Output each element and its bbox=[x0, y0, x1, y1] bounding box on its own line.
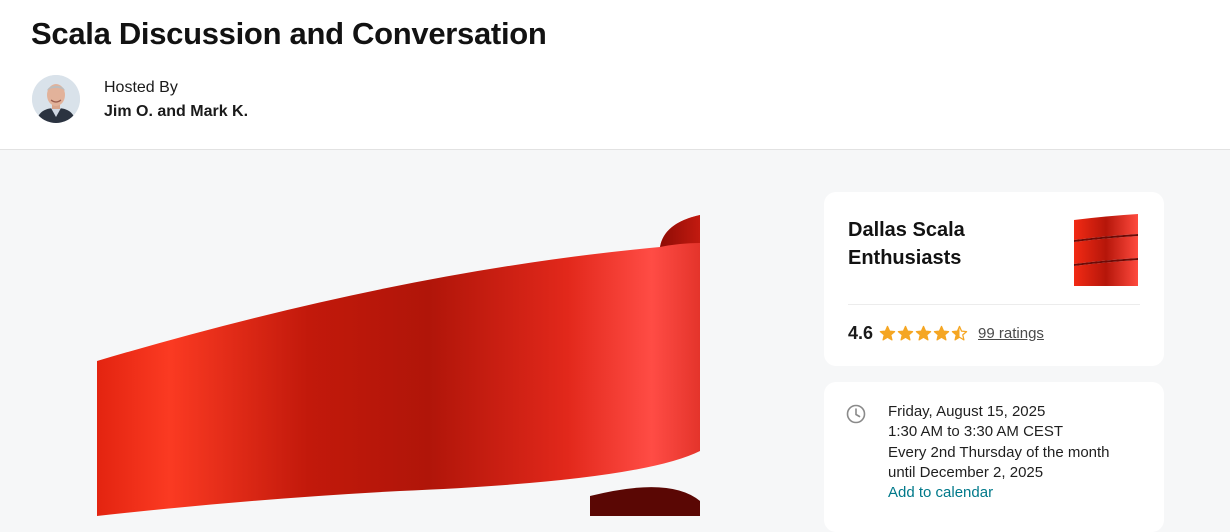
event-recurrence: Every 2nd Thursday of the month bbox=[888, 443, 1110, 461]
host-names[interactable]: Jim O. and Mark K. bbox=[104, 103, 248, 121]
star-icon bbox=[933, 325, 950, 341]
event-date: Friday, August 15, 2025 bbox=[888, 403, 1046, 420]
star-icon bbox=[897, 325, 914, 341]
star-icon bbox=[915, 325, 932, 341]
event-hero-image bbox=[0, 151, 800, 516]
host-photo bbox=[32, 75, 80, 123]
star-icon bbox=[879, 325, 896, 341]
host-avatar[interactable] bbox=[32, 75, 80, 123]
star-icon bbox=[951, 325, 968, 341]
add-to-calendar-link[interactable]: Add to calendar bbox=[888, 483, 1110, 503]
page-title: Scala Discussion and Conversation bbox=[31, 16, 547, 51]
ratings-link[interactable]: 99 ratings bbox=[978, 325, 1044, 342]
event-time-details: Friday, August 15, 2025 1:30 AM to 3:30 … bbox=[888, 402, 1110, 503]
event-header: Scala Discussion and Conversation Hosted… bbox=[0, 0, 1230, 150]
event-recurrence-until: until December 2, 2025 bbox=[888, 463, 1044, 481]
event-time-card: Friday, August 15, 2025 1:30 AM to 3:30 … bbox=[824, 382, 1164, 532]
group-rating: 4.6 99 ratings bbox=[848, 322, 1044, 344]
hosted-by-label: Hosted By bbox=[104, 79, 178, 96]
group-name[interactable]: Dallas Scala Enthusiasts bbox=[848, 216, 1038, 272]
clock-icon bbox=[846, 404, 866, 424]
card-divider bbox=[848, 304, 1140, 305]
scala-logo-image bbox=[97, 215, 700, 516]
group-card[interactable]: Dallas Scala Enthusiasts 4.6 99 ratings bbox=[824, 192, 1164, 366]
rating-value: 4.6 bbox=[848, 322, 874, 343]
rating-stars bbox=[879, 325, 968, 342]
event-hours: 1:30 AM to 3:30 AM CEST bbox=[888, 423, 1064, 441]
scala-logo-icon bbox=[1074, 214, 1138, 286]
group-logo[interactable] bbox=[1072, 214, 1140, 290]
